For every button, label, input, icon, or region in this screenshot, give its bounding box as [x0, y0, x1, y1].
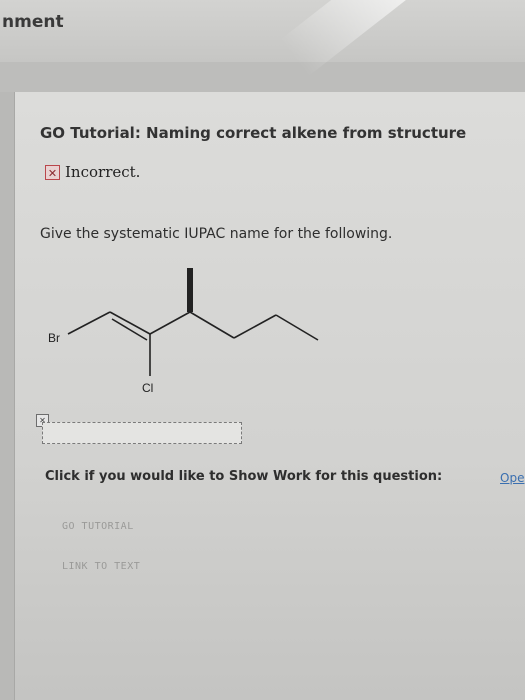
- status-text: Incorrect.: [65, 163, 141, 181]
- show-work-prompt: Click if you would like to Show Work for…: [45, 469, 443, 484]
- bond-c5-c6: [275, 314, 319, 341]
- question-prompt: Give the systematic IUPAC name for the f…: [40, 226, 393, 242]
- tutorial-title: GO Tutorial: Naming correct alkene from …: [40, 124, 467, 142]
- app-title: nment: [2, 12, 64, 32]
- answer-input[interactable]: [42, 422, 242, 444]
- bond-c2-c3: [149, 311, 191, 335]
- x-mark-icon: ✕: [45, 164, 60, 180]
- header-band: [0, 62, 525, 92]
- atom-label-cl: Cl: [142, 381, 153, 395]
- show-work-link[interactable]: Ope: [500, 471, 524, 485]
- atom-label-br: Br: [48, 331, 60, 345]
- molecule-structure: Br Cl: [48, 268, 319, 395]
- bond-br-c1: [67, 311, 111, 335]
- app-header: nment: [0, 0, 525, 63]
- bond-c4-c5: [233, 314, 277, 339]
- link-to-text-button[interactable]: LINK TO TEXT: [62, 561, 140, 572]
- go-tutorial-button[interactable]: GO TUTORIAL: [62, 521, 134, 532]
- status-row: ✕ Incorrect.: [45, 163, 140, 181]
- bond-c3-c4: [189, 311, 235, 339]
